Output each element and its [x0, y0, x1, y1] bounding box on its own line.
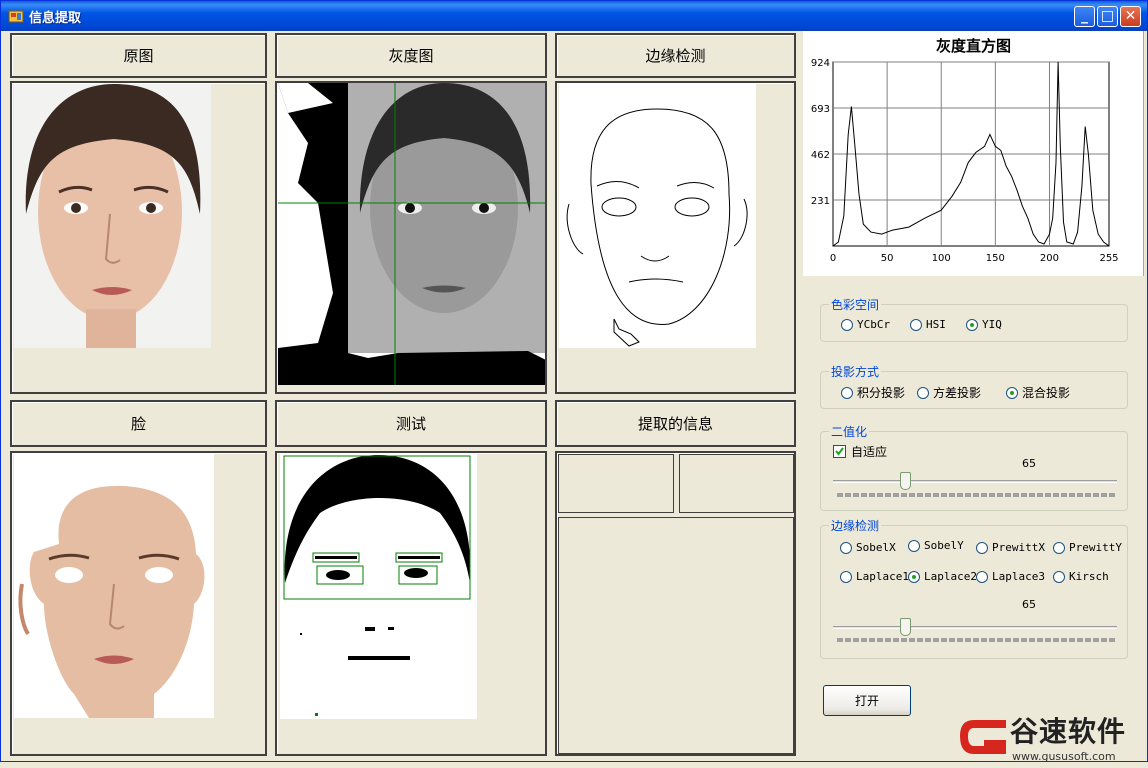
projection-group: 投影方式 积分投影 方差投影 混合投影 — [820, 363, 1128, 409]
radio-hsi-dot[interactable] — [910, 318, 922, 331]
radio-kirsch[interactable]: Kirsch — [1053, 570, 1109, 583]
gray-face-image — [278, 83, 545, 385]
radio-mixed-projection[interactable]: 混合投影 — [1006, 384, 1070, 401]
test-title: 测试 — [275, 400, 547, 447]
extracted-title: 提取的信息 — [555, 400, 796, 447]
maximize-button[interactable]: □ — [1097, 6, 1118, 27]
projection-title: 投影方式 — [829, 363, 882, 380]
edge-detect-group: 边缘检测 SobelX SobelY PrewittX PrewittY Lap… — [820, 517, 1128, 659]
watermark-url: www.gususoft.com — [1012, 750, 1116, 763]
edge-title: 边缘检测 — [555, 33, 796, 78]
extracted-panel — [555, 451, 796, 756]
edge-panel — [555, 81, 796, 394]
radio-prewitty-dot[interactable] — [1053, 541, 1065, 554]
test-panel — [275, 451, 547, 756]
histogram-x-tick-label: 100 — [932, 253, 951, 264]
original-title: 原图 — [10, 33, 267, 78]
binarize-slider-ticks — [837, 493, 1115, 497]
binarize-slider-track[interactable] — [833, 480, 1117, 483]
histogram-y-ticks: 231 462 693 924 — [811, 58, 830, 207]
face-title: 脸 — [10, 400, 267, 447]
radio-prewittx-dot[interactable] — [976, 541, 988, 554]
extracted-left-eye-box — [558, 454, 674, 513]
histogram-x-tick-label: 150 — [986, 253, 1005, 264]
gray-title: 灰度图 — [275, 33, 547, 78]
radio-laplace1-dot[interactable] — [840, 570, 852, 583]
gususoft-logo-icon — [960, 720, 1006, 754]
binarize-group: 二值化 自适应 65 — [820, 423, 1128, 511]
radio-laplace1[interactable]: Laplace1 — [840, 570, 909, 583]
histogram-y-tick-label: 924 — [811, 58, 830, 69]
histogram-x-tick-label: 255 — [1099, 253, 1118, 264]
edge-slider-ticks — [837, 638, 1115, 642]
color-space-title: 色彩空间 — [829, 296, 882, 313]
radio-ycbcr[interactable]: YCbCr — [841, 318, 890, 331]
window-title: 信息提取 — [29, 11, 82, 26]
minimize-button[interactable]: _ — [1074, 6, 1095, 27]
test-image — [280, 453, 477, 719]
radio-laplace3[interactable]: Laplace3 — [976, 570, 1045, 583]
histogram-x-tick-label: 0 — [830, 253, 836, 264]
radio-ycbcr-dot[interactable] — [841, 318, 853, 331]
radio-prewitty[interactable]: PrewittY — [1053, 541, 1122, 554]
radio-laplace2[interactable]: Laplace2 — [908, 570, 977, 583]
face-image — [14, 454, 214, 718]
radio-sobelx[interactable]: SobelX — [840, 541, 896, 554]
watermark: 谷速软件 www.gususoft.com — [950, 706, 1148, 768]
gray-panel — [275, 81, 547, 394]
histogram-x-tick-label: 200 — [1040, 253, 1059, 264]
client-area: 原图 灰度图 边缘检测 脸 测试 提取的信息 灰度直方图 231 462 693… — [4, 31, 1144, 763]
radio-sobelx-dot[interactable] — [840, 541, 852, 554]
radio-laplace2-dot[interactable] — [908, 570, 920, 583]
edge-detect-title: 边缘检测 — [829, 517, 882, 534]
binarize-slider-thumb[interactable] — [900, 472, 912, 490]
face-panel — [10, 451, 267, 756]
binarize-title: 二值化 — [829, 423, 870, 440]
radio-sobely[interactable]: SobelY — [908, 539, 964, 552]
radio-yiq-dot[interactable] — [966, 318, 978, 331]
open-button[interactable]: 打开 — [823, 685, 911, 716]
edge-slider-track[interactable] — [833, 626, 1117, 629]
app-icon — [8, 10, 24, 23]
color-space-group: 色彩空间 YCbCr HSI YIQ — [820, 296, 1128, 342]
radio-variance-dot[interactable] — [917, 386, 929, 399]
histogram-x-ticks: 0 50 100 150 200 255 — [830, 253, 1119, 264]
close-button[interactable]: ✕ — [1120, 6, 1141, 27]
radio-integral-projection[interactable]: 积分投影 — [841, 384, 905, 401]
radio-prewittx[interactable]: PrewittX — [976, 541, 1045, 554]
histogram-chart: 231 462 693 924 0 50 100 150 200 255 — [811, 58, 1119, 264]
adaptive-checkbox-box[interactable] — [833, 445, 846, 458]
radio-sobely-dot[interactable] — [908, 539, 920, 552]
title-bar[interactable]: 信息提取 _ □ ✕ — [1, 1, 1147, 31]
histogram-y-tick-label: 231 — [811, 196, 830, 207]
radio-laplace3-dot[interactable] — [976, 570, 988, 583]
radio-hsi[interactable]: HSI — [910, 318, 946, 331]
histogram-y-tick-label: 462 — [811, 150, 830, 161]
edge-slider-thumb[interactable] — [900, 618, 912, 636]
edge-image — [559, 84, 756, 348]
watermark-brand: 谷速软件 — [1010, 715, 1127, 748]
adaptive-checkbox[interactable]: 自适应 — [833, 443, 887, 460]
app-window: 信息提取 _ □ ✕ 原图 灰度图 边缘检测 脸 测试 提取的信息 灰度直方图 … — [0, 0, 1148, 763]
original-face-image — [14, 84, 211, 348]
edge-value: 65 — [1022, 598, 1036, 611]
radio-mixed-dot[interactable] — [1006, 386, 1018, 399]
original-panel — [10, 81, 267, 394]
radio-variance-projection[interactable]: 方差投影 — [917, 384, 981, 401]
histogram-y-tick-label: 693 — [811, 104, 830, 115]
extracted-mouth-box — [558, 517, 794, 754]
binarize-value: 65 — [1022, 457, 1036, 470]
check-icon — [835, 447, 844, 456]
histogram-x-tick-label: 50 — [881, 253, 894, 264]
radio-kirsch-dot[interactable] — [1053, 570, 1065, 583]
histogram-panel: 灰度直方图 231 462 693 924 0 50 100 150 200 255 — [803, 31, 1144, 276]
radio-yiq[interactable]: YIQ — [966, 318, 1002, 331]
extracted-right-eye-box — [679, 454, 794, 513]
radio-integral-dot[interactable] — [841, 386, 853, 399]
